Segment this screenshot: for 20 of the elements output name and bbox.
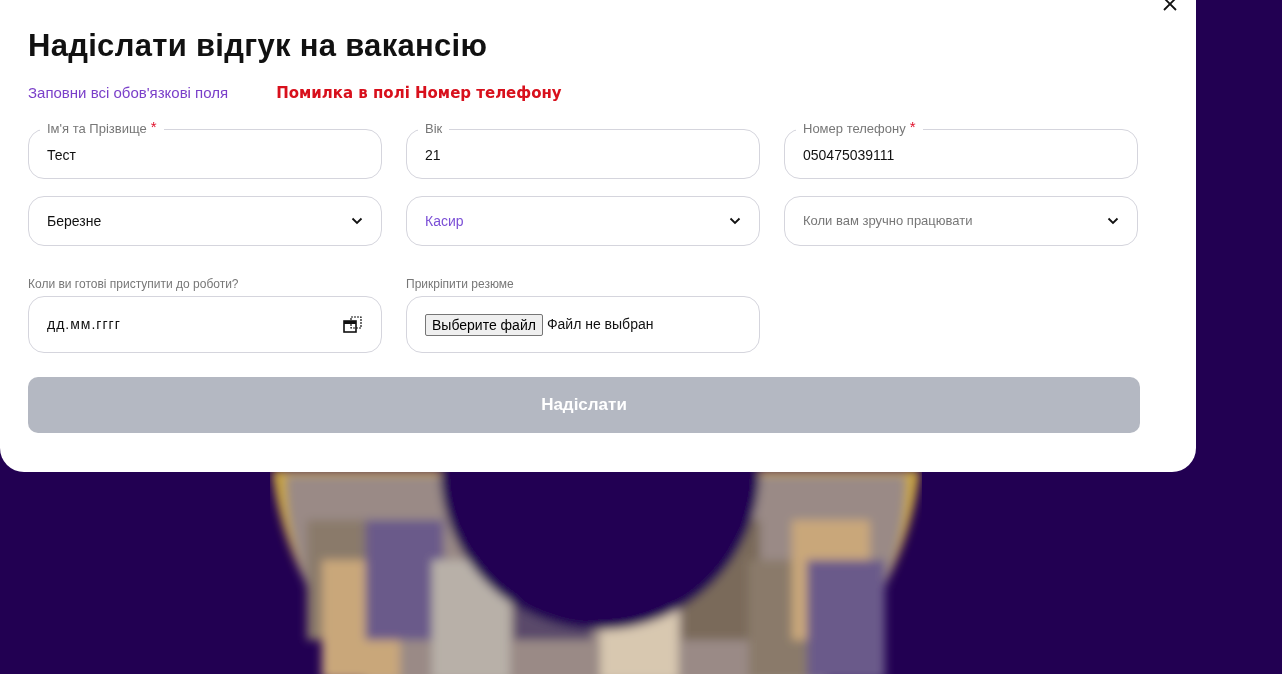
select-field[interactable]: Коли вам зручно працювати [784,196,1138,246]
select-value: Березне [47,211,102,231]
chevron-down-icon [729,217,741,225]
hint-text: Заповни всі обов'язкові поля [28,82,229,103]
select-field[interactable]: Березне [28,196,382,246]
file-status: Файл не выбран [546,315,654,334]
select-field[interactable]: Касир [406,196,760,246]
select-value: Касир [425,211,464,231]
calendar-icon[interactable] [343,315,363,334]
chevron-down-icon [351,217,363,225]
close-icon [1163,0,1177,11]
select-placeholder: Коли вам зручно працювати [803,212,973,231]
error-message: Помилка в полі Номер телефону [276,82,562,104]
choose-file-button[interactable]: Выберите файл [425,313,543,336]
dialog-title: Надіслати відгук на вакансію [28,27,489,65]
field-label: Прикріпити резюме [406,277,515,292]
date-placeholder: дд.мм.гггг [47,315,121,334]
field-label: Коли ви готові приступити до роботи? [28,277,240,292]
chevron-down-icon [1107,217,1119,225]
date-field[interactable]: дд.мм.гггг [28,296,382,353]
